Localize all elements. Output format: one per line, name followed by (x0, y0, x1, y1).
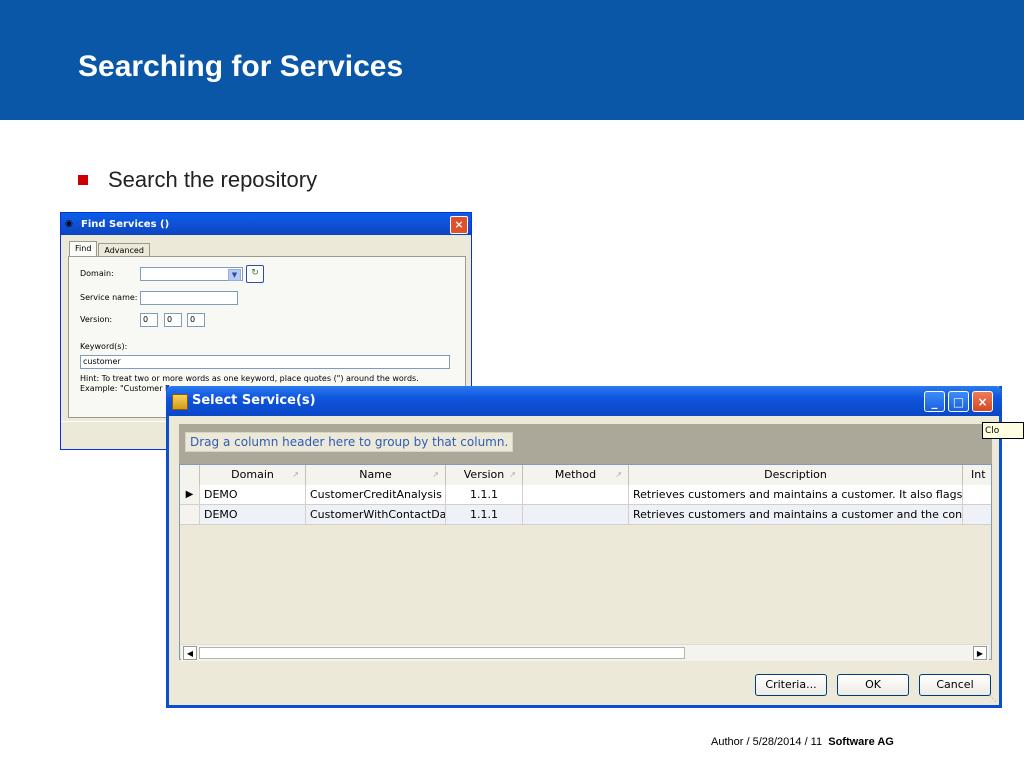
resize-grip-icon[interactable]: ⋱ (989, 694, 997, 703)
services-grid: Domain ↗ Name ↗ Version ↗ Method ↗ Descripti… (179, 464, 992, 660)
cell-domain: DEMO (200, 485, 306, 504)
cell-interface (963, 505, 991, 524)
find-close-button[interactable]: × (450, 216, 468, 234)
domain-select[interactable]: ▼ (140, 267, 243, 281)
service-name-input[interactable] (140, 291, 238, 305)
hint-line-2: Example: "Customer Rec (80, 384, 180, 393)
column-header-label: Domain (231, 468, 274, 481)
select-titlebar[interactable]: Select Service(s) _ □ × (166, 386, 1002, 416)
column-header-method[interactable]: Method ↗ (523, 465, 629, 485)
window-app-icon (172, 394, 188, 410)
cancel-button[interactable]: Cancel (919, 674, 991, 696)
maximize-button[interactable]: □ (948, 391, 969, 412)
ok-button[interactable]: OK (837, 674, 909, 696)
tab-find[interactable]: Find (69, 241, 98, 257)
minimize-button[interactable]: _ (924, 391, 945, 412)
column-header-label: Int (971, 468, 986, 481)
cell-description: Retrieves customers and maintains a cust… (629, 505, 963, 524)
column-header-label: Version (463, 468, 505, 481)
binoculars-icon: ◉ (65, 219, 73, 229)
find-titlebar[interactable]: ◉ Find Services () (61, 213, 471, 235)
find-window-title: Find Services () (81, 218, 170, 230)
column-header-label: Method (554, 468, 597, 481)
current-row-icon: ▶ (180, 485, 200, 504)
cell-interface (963, 485, 991, 504)
sort-icon: ↗ (615, 470, 622, 479)
table-row[interactable]: DEMO CustomerWithContactDa 1.1.1 Retriev… (180, 505, 991, 525)
slide-title: Searching for Services (78, 50, 404, 83)
keywords-input[interactable]: customer (80, 355, 450, 369)
tab-advanced[interactable]: Advanced (98, 243, 150, 257)
footer-brand: Software AG (828, 736, 894, 748)
select-services-window: Select Service(s) _ □ × Drag a column he… (166, 386, 1002, 708)
version-major-input[interactable]: 0 (140, 313, 158, 327)
cell-method (523, 485, 629, 504)
version-minor-input[interactable]: 0 (164, 313, 182, 327)
cell-version: 1.1.1 (446, 505, 523, 524)
column-header-label: Description (764, 468, 827, 481)
row-indicator-header (180, 465, 200, 485)
horizontal-scrollbar[interactable]: ◀ ▶ (181, 644, 989, 661)
close-button[interactable]: × (972, 391, 993, 412)
grid-header: Domain ↗ Name ↗ Version ↗ Method ↗ Descripti… (180, 465, 991, 486)
bullet-square-icon (78, 175, 88, 185)
sort-icon: ↗ (432, 470, 439, 479)
column-header-label: Name (359, 468, 392, 481)
domain-label: Domain: (80, 269, 114, 278)
column-header-description[interactable]: Description (629, 465, 963, 485)
table-row[interactable]: ▶ DEMO CustomerCreditAnalysis 1.1.1 Retr… (180, 485, 991, 505)
scroll-thumb[interactable] (199, 647, 685, 659)
sort-icon: ↗ (509, 470, 516, 479)
select-window-title: Select Service(s) (192, 393, 316, 408)
row-indicator (180, 505, 200, 524)
cell-description: Retrieves customers and maintains a cust… (629, 485, 963, 504)
column-header-version[interactable]: Version ↗ (446, 465, 523, 485)
slide-footer: Author / 5/28/2014 / 11 Software AG (711, 736, 894, 748)
version-label: Version: (80, 315, 113, 324)
refresh-icon[interactable]: ↻ (246, 265, 264, 283)
group-by-panel[interactable]: Drag a column header here to group by th… (179, 424, 992, 464)
criteria-button[interactable]: Criteria... (755, 674, 827, 696)
version-patch-input[interactable]: 0 (187, 313, 205, 327)
column-header-domain[interactable]: Domain ↗ (200, 465, 306, 485)
bullet-item: Search the repository (78, 167, 317, 193)
group-by-hint: Drag a column header here to group by th… (185, 432, 514, 452)
cell-method (523, 505, 629, 524)
hint-line-1: Hint: To treat two or more words as one … (80, 374, 419, 383)
cell-version: 1.1.1 (446, 485, 523, 504)
scroll-right-icon[interactable]: ▶ (973, 646, 987, 660)
bullet-text: Search the repository (108, 167, 318, 192)
scroll-left-icon[interactable]: ◀ (183, 646, 197, 660)
chevron-down-icon[interactable]: ▼ (228, 269, 241, 281)
footer-text: Author / 5/28/2014 / 11 (711, 736, 823, 748)
service-name-label: Service name: (80, 293, 138, 302)
close-tooltip: Clo (982, 422, 1024, 439)
sort-icon: ↗ (292, 470, 299, 479)
keywords-label: Keyword(s): (80, 342, 128, 351)
cell-name: CustomerWithContactDa (306, 505, 446, 524)
column-header-name[interactable]: Name ↗ (306, 465, 446, 485)
cell-domain: DEMO (200, 505, 306, 524)
column-header-interface[interactable]: Int (963, 465, 991, 485)
cell-name: CustomerCreditAnalysis (306, 485, 446, 504)
find-tabs: Find Advanced (69, 241, 151, 257)
